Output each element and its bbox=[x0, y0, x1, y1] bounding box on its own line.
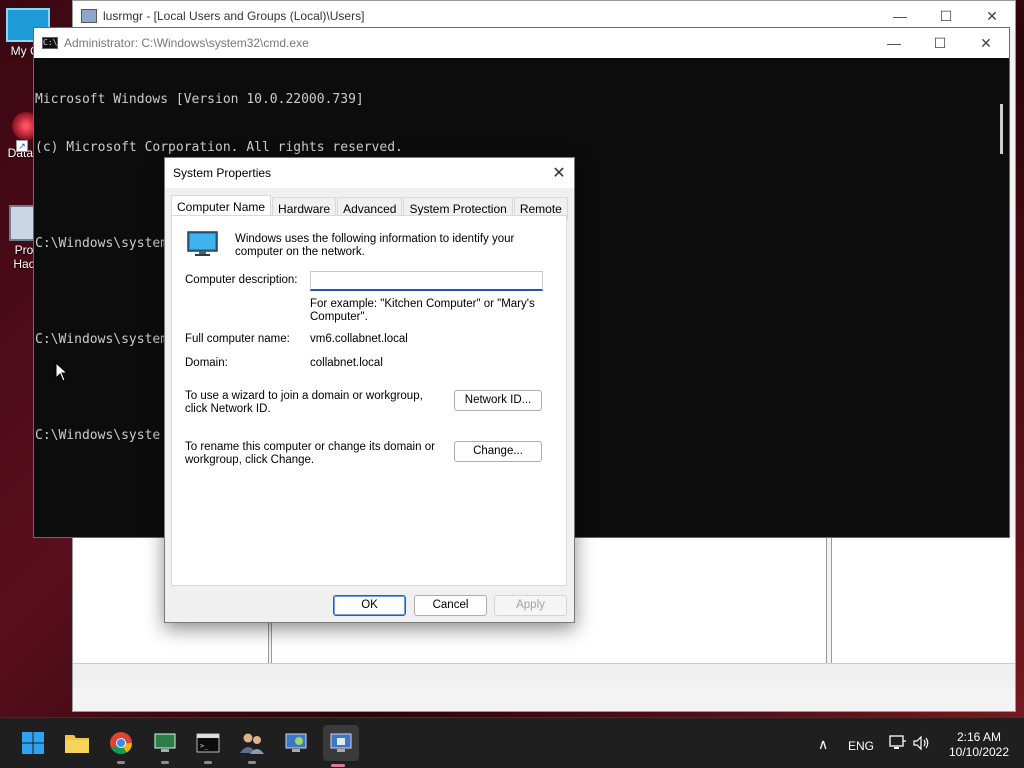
computer-name-panel: Windows uses the following information t… bbox=[171, 215, 567, 586]
running-indicator bbox=[248, 761, 256, 764]
computer-description-label: Computer description: bbox=[185, 274, 298, 286]
running-indicator bbox=[331, 764, 345, 767]
minimize-button[interactable]: — bbox=[871, 28, 917, 58]
input-language-indicator[interactable]: ENG bbox=[848, 739, 874, 753]
running-indicator bbox=[117, 761, 125, 764]
info-text: Windows uses the following information t… bbox=[235, 233, 515, 258]
full-computer-name-label: Full computer name: bbox=[185, 333, 290, 345]
windows-logo-icon bbox=[22, 732, 44, 754]
network-icon[interactable] bbox=[889, 735, 907, 751]
running-indicator bbox=[204, 761, 212, 764]
dialog-titlebar[interactable]: System Properties ✕ bbox=[165, 158, 574, 188]
network-id-button[interactable]: Network ID... bbox=[454, 390, 542, 411]
taskbar-users[interactable] bbox=[237, 728, 267, 764]
cmd-titlebar[interactable]: C:\ Administrator: C:\Windows\system32\c… bbox=[34, 28, 1009, 58]
taskbar-chrome[interactable] bbox=[106, 728, 136, 764]
taskbar-cmd[interactable]: >_ bbox=[193, 728, 223, 764]
console-line: Microsoft Windows [Version 10.0.22000.73… bbox=[35, 92, 364, 107]
scrollbar-thumb[interactable] bbox=[1000, 104, 1003, 154]
domain-label: Domain: bbox=[185, 357, 228, 369]
desktop-icon-label: Pro Hac bbox=[13, 243, 35, 271]
computer-description-input[interactable] bbox=[310, 271, 543, 291]
running-indicator bbox=[161, 761, 169, 764]
cmd-title: Administrator: C:\Windows\system32\cmd.e… bbox=[64, 36, 309, 50]
folder-icon bbox=[65, 735, 89, 753]
lusrmgr-app-icon bbox=[81, 9, 97, 23]
users-icon bbox=[240, 733, 264, 754]
monitor-icon bbox=[187, 231, 218, 256]
svg-text:>_: >_ bbox=[200, 742, 209, 750]
close-button[interactable]: ✕ bbox=[963, 28, 1009, 58]
change-instructions: To rename this computer or change its do… bbox=[185, 441, 435, 466]
taskbar-app[interactable] bbox=[281, 728, 311, 758]
change-button[interactable]: Change... bbox=[454, 441, 542, 462]
cmd-app-icon: C:\ bbox=[42, 37, 58, 49]
full-computer-name-value: vm6.collabnet.local bbox=[310, 333, 408, 345]
example-text: For example: "Kitchen Computer" or "Mary… bbox=[310, 298, 535, 323]
shortcut-arrow-icon: ↗ bbox=[16, 140, 28, 152]
clock-time: 2:16 AM bbox=[956, 730, 1002, 744]
domain-value: collabnet.local bbox=[310, 357, 383, 369]
network-id-instructions: To use a wizard to join a domain or work… bbox=[185, 390, 423, 415]
network-app-icon bbox=[285, 733, 307, 752]
taskbar-system-properties[interactable] bbox=[323, 725, 359, 767]
computer-management-icon bbox=[154, 733, 176, 752]
console-line: (c) Microsoft Corporation. All rights re… bbox=[35, 140, 403, 155]
ok-button[interactable]: OK bbox=[333, 595, 406, 616]
lusrmgr-statusbar bbox=[73, 663, 1015, 687]
terminal-icon: >_ bbox=[196, 733, 220, 753]
taskbar-app[interactable] bbox=[150, 728, 180, 764]
volume-icon[interactable] bbox=[913, 735, 931, 751]
clock-date: 10/10/2022 bbox=[948, 745, 1010, 759]
show-hidden-icons-chevron-icon[interactable]: ∧ bbox=[818, 736, 828, 753]
system-properties-icon bbox=[330, 733, 352, 752]
close-button[interactable]: ✕ bbox=[544, 158, 574, 188]
cmd-scrollbar[interactable] bbox=[993, 58, 1009, 537]
system-properties-dialog: System Properties ✕ Computer Name Hardwa… bbox=[164, 157, 575, 623]
chrome-icon bbox=[110, 732, 132, 754]
mouse-cursor-icon bbox=[55, 362, 69, 382]
cancel-button[interactable]: Cancel bbox=[414, 595, 487, 616]
start-button[interactable] bbox=[18, 728, 48, 758]
clock[interactable]: 2:16 AM 10/10/2022 bbox=[944, 730, 1014, 760]
dialog-title: System Properties bbox=[173, 166, 272, 180]
taskbar: >_ ∧ ENG 2:16 AM 10/10/2022 bbox=[0, 717, 1024, 768]
lusrmgr-title: lusrmgr - [Local Users and Groups (Local… bbox=[103, 9, 365, 23]
taskbar-file-explorer[interactable] bbox=[62, 728, 92, 758]
maximize-button[interactable]: ☐ bbox=[917, 28, 963, 58]
apply-button[interactable]: Apply bbox=[494, 595, 567, 616]
